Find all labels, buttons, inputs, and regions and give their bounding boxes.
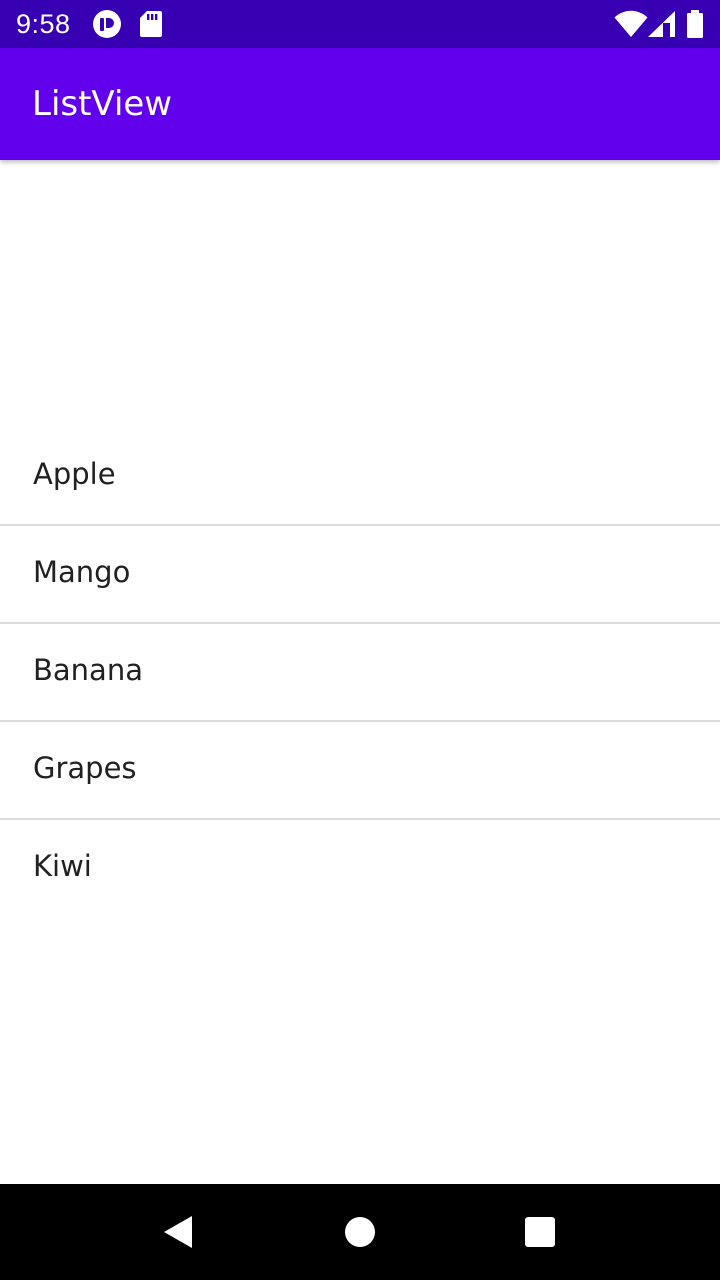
- back-icon[interactable]: [156, 1208, 204, 1256]
- cell-signal-icon: [648, 11, 675, 37]
- content-area: Apple Mango Banana Grapes Kiwi: [0, 160, 720, 1184]
- status-bar: 9:58: [0, 0, 720, 48]
- recents-icon[interactable]: [516, 1208, 564, 1256]
- list-item-apple[interactable]: Apple: [0, 428, 720, 524]
- status-time: 9:58: [16, 9, 71, 39]
- list-item-label: Mango: [33, 555, 131, 589]
- app-bar: ListView: [0, 48, 720, 160]
- wifi-icon: [614, 10, 648, 37]
- fruit-list: Apple Mango Banana Grapes Kiwi: [0, 428, 720, 916]
- home-icon[interactable]: [336, 1208, 384, 1256]
- list-item-grapes[interactable]: Grapes: [0, 722, 720, 818]
- list-item-banana[interactable]: Banana: [0, 624, 720, 720]
- app-title: ListView: [32, 84, 173, 124]
- sd-card-icon: [140, 11, 162, 37]
- list-item-kiwi[interactable]: Kiwi: [0, 820, 720, 916]
- notification-app-icon: [93, 10, 121, 38]
- list-item-mango[interactable]: Mango: [0, 526, 720, 622]
- navigation-bar: [0, 1184, 720, 1280]
- list-item-label: Banana: [33, 653, 143, 687]
- list-item-label: Apple: [33, 457, 116, 491]
- battery-icon: [687, 10, 703, 38]
- list-item-label: Grapes: [33, 751, 137, 785]
- list-item-label: Kiwi: [33, 849, 92, 883]
